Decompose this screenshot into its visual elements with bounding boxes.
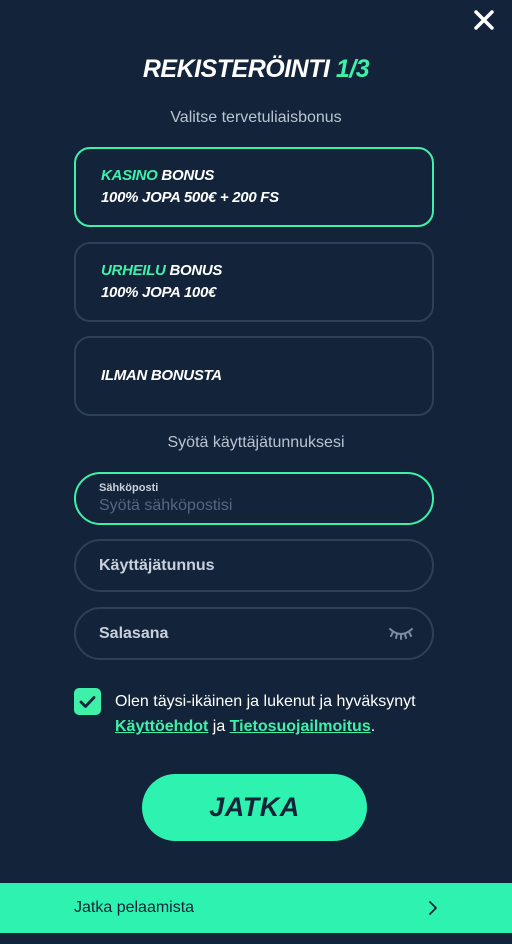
bonus-option-title: ILMAN BONUSTA bbox=[101, 367, 222, 384]
bonus-option-casino[interactable]: KASINO BONUS 100% JOPA 500€ + 200 FS bbox=[74, 147, 434, 227]
credentials-heading: Syötä käyttäjätunnuksesi bbox=[167, 434, 345, 451]
step-indicator: 1/3 bbox=[335, 55, 370, 83]
bonus-option-sports[interactable]: URHEILU BONUS 100% JOPA 100€ bbox=[74, 242, 434, 322]
terms-text: Olen täysi-ikäinen ja lukenut ja hyväksy… bbox=[115, 689, 455, 739]
bonus-option-title: KASINO BONUS bbox=[101, 165, 407, 187]
email-label: Sähköposti bbox=[99, 482, 159, 494]
privacy-notice-link[interactable]: Tietosuojailmoitus bbox=[230, 718, 371, 735]
terms-text-after: . bbox=[370, 718, 376, 735]
continue-button[interactable]: JATKA bbox=[142, 774, 367, 841]
eye-closed-icon[interactable] bbox=[388, 626, 414, 642]
email-input[interactable] bbox=[99, 497, 409, 515]
password-field[interactable]: Salasana bbox=[74, 607, 434, 660]
terms-of-use-link[interactable]: Käyttöehdot bbox=[115, 718, 208, 735]
continue-playing-bar[interactable]: Jatka pelaamista bbox=[0, 883, 512, 933]
password-label: Salasana bbox=[99, 624, 169, 642]
bonus-heading: Valitse tervetuliaisbonus bbox=[170, 109, 342, 126]
terms-text-middle: ja bbox=[208, 718, 230, 735]
title-text: REKISTERÖINTI bbox=[142, 55, 330, 83]
terms-text-before: Olen täysi-ikäinen ja lukenut ja hyväksy… bbox=[115, 693, 416, 710]
close-button[interactable] bbox=[472, 8, 496, 32]
bonus-label: BONUS bbox=[165, 262, 223, 279]
bonus-accent: URHEILU bbox=[101, 262, 166, 279]
bonus-option-title: URHEILU BONUS bbox=[101, 260, 407, 282]
email-field[interactable]: Sähköposti bbox=[74, 472, 434, 525]
checkmark-icon bbox=[79, 695, 96, 708]
bottom-strip bbox=[0, 933, 512, 944]
page-title: REKISTERÖINTI 1/3 bbox=[0, 55, 512, 84]
bonus-label: BONUS bbox=[157, 167, 215, 184]
bonus-option-none[interactable]: ILMAN BONUSTA bbox=[74, 336, 434, 416]
chevron-right-icon bbox=[429, 901, 437, 915]
bonus-option-detail: 100% JOPA 500€ + 200 FS bbox=[101, 189, 279, 206]
terms-checkbox[interactable] bbox=[74, 688, 101, 715]
username-label: Käyttäjätunnus bbox=[99, 556, 215, 574]
username-field[interactable]: Käyttäjätunnus bbox=[74, 539, 434, 592]
bonus-accent: KASINO bbox=[101, 167, 158, 184]
bonus-option-detail: 100% JOPA 100€ bbox=[101, 284, 217, 301]
close-icon bbox=[474, 10, 494, 30]
continue-playing-label: Jatka pelaamista bbox=[74, 899, 195, 916]
